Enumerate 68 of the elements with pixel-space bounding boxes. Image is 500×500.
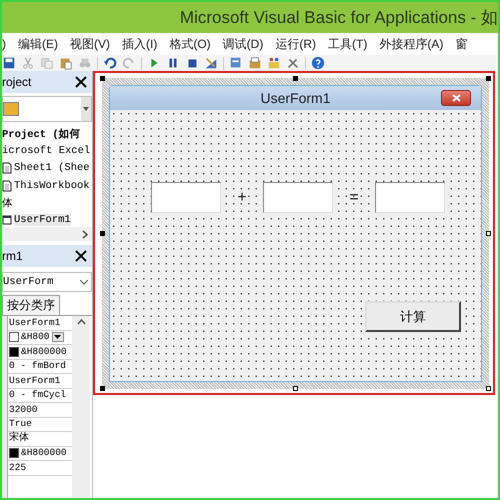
- text-box[interactable]: [151, 182, 221, 213]
- dropdown-button[interactable]: [52, 332, 64, 342]
- tree-item[interactable]: Sheet1 (Shee: [14, 162, 90, 174]
- caret-icon: [54, 335, 62, 340]
- property-value: &H800000: [21, 344, 67, 359]
- property-value: &H800: [21, 330, 50, 344]
- property-value: 32000: [9, 402, 38, 417]
- tree-item[interactable]: Project (如何: [2, 127, 81, 142]
- help-icon[interactable]: [311, 56, 325, 70]
- menu-item[interactable]: 窗: [455, 36, 468, 52]
- tab[interactable]: 按分类序: [2, 295, 60, 315]
- resize-handle[interactable]: [486, 231, 491, 236]
- scroll-right-icon[interactable]: [82, 230, 88, 238]
- window-title: Microsoft Visual Basic for Applications - 如: [180, 7, 498, 29]
- menu-item[interactable]: 调试(D): [222, 36, 264, 52]
- tree-item[interactable]: icrosoft Excel: [2, 145, 90, 158]
- resize-handle[interactable]: [293, 386, 298, 391]
- close-button[interactable]: [441, 90, 471, 106]
- tree-item[interactable]: 体: [2, 196, 13, 210]
- menu-item[interactable]: ): [2, 37, 6, 51]
- cut-icon[interactable]: [21, 56, 35, 70]
- resize-handle[interactable]: [100, 231, 105, 236]
- menu-item[interactable]: 格式(O): [169, 36, 211, 52]
- pane-title: roject: [2, 75, 32, 89]
- operator-label: +: [236, 188, 248, 206]
- resize-handle[interactable]: [100, 76, 105, 81]
- tree-item[interactable]: ThisWorkbook: [14, 180, 90, 192]
- operator-label: =: [348, 188, 360, 206]
- menu-item[interactable]: 工具(T): [328, 36, 368, 52]
- property-value: 宋体: [9, 432, 29, 445]
- text-box[interactable]: [375, 182, 445, 213]
- design-icon[interactable]: [204, 56, 218, 70]
- resize-handle[interactable]: [100, 386, 105, 391]
- property-value: UserForm1: [9, 374, 60, 388]
- caret-icon: [83, 107, 89, 111]
- property-value: True: [9, 417, 32, 432]
- form-title: UserForm1: [260, 90, 330, 106]
- text-box[interactable]: [263, 182, 333, 213]
- properties-icon[interactable]: [248, 56, 262, 70]
- property-value: 0 - fmBord: [9, 359, 66, 374]
- property-value: 0 - fmCycl: [9, 388, 66, 402]
- resize-handle[interactable]: [486, 386, 491, 391]
- menu-item[interactable]: 插入(I): [122, 36, 158, 52]
- resize-handle[interactable]: [293, 76, 298, 81]
- pane-title: rm1: [2, 249, 23, 263]
- scroll-up-icon[interactable]: [76, 319, 86, 325]
- object-dropdown[interactable]: UserForm: [2, 272, 92, 292]
- close-icon[interactable]: [75, 76, 87, 88]
- property-value: 225: [9, 460, 26, 475]
- resize-handle[interactable]: [486, 76, 491, 81]
- menu-item[interactable]: 外接程序(A): [379, 36, 444, 52]
- save-icon[interactable]: [2, 56, 16, 70]
- scrollbar[interactable]: [2, 227, 92, 241]
- caret-icon: [80, 280, 88, 284]
- menu-item[interactable]: 运行(R): [275, 36, 316, 52]
- paste-icon[interactable]: [59, 56, 73, 70]
- menu-item[interactable]: 视图(V): [70, 36, 110, 52]
- project-icon[interactable]: [229, 56, 243, 70]
- menu-item[interactable]: 编辑(E): [18, 36, 58, 52]
- close-icon[interactable]: [75, 250, 87, 262]
- objects-icon[interactable]: [267, 56, 281, 70]
- folder-icon[interactable]: [3, 102, 19, 116]
- calculate-button[interactable]: 计算: [365, 301, 461, 332]
- property-value: &H800000: [21, 446, 67, 460]
- property-value: UserForm1: [9, 316, 60, 330]
- undo-icon[interactable]: [103, 56, 117, 70]
- tree-item[interactable]: UserForm1: [14, 214, 71, 226]
- scrollbar[interactable]: [72, 316, 90, 498]
